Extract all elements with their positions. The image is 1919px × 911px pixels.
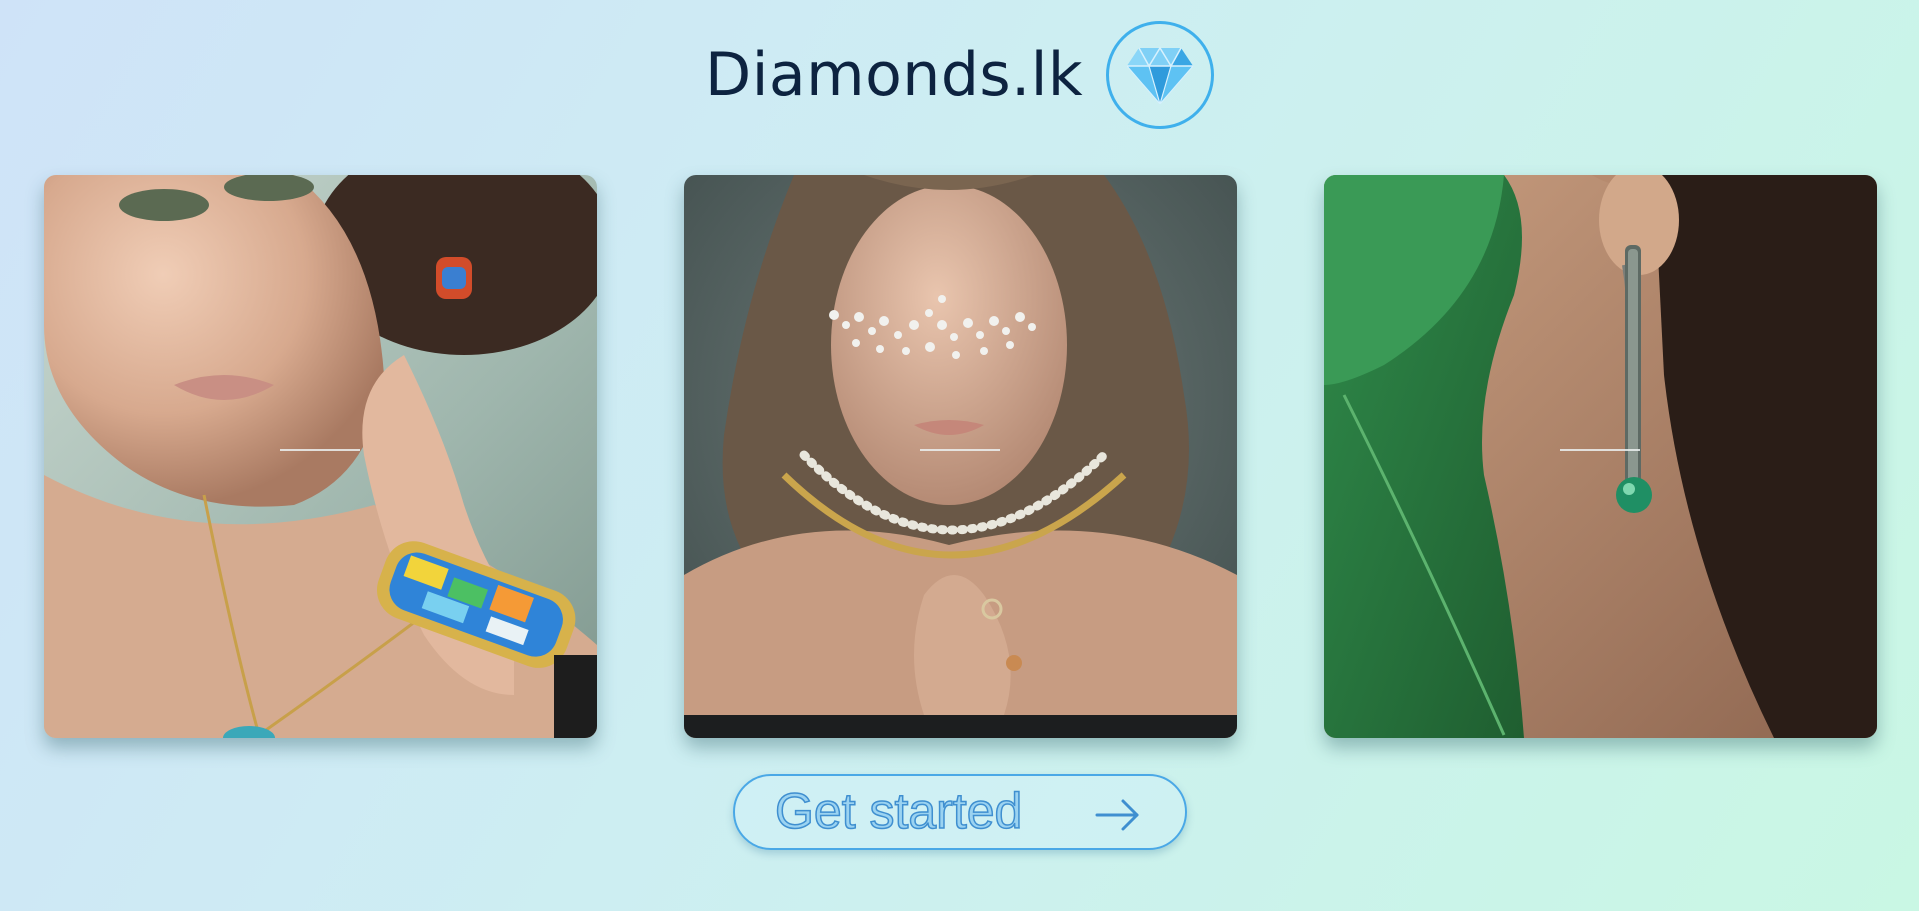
brand-name: Diamonds.lk	[705, 40, 1084, 110]
card-divider-line	[1560, 449, 1640, 451]
gallery-card-enamel-jewelry[interactable]	[44, 175, 597, 738]
gallery-card-pearl-jewelry[interactable]	[684, 175, 1237, 738]
get-started-button[interactable]: Get started	[733, 774, 1187, 850]
brand-header: Diamonds.lk	[705, 17, 1215, 133]
gallery-card-drop-earring[interactable]	[1324, 175, 1877, 738]
arrow-right-icon	[1095, 799, 1139, 831]
diamond-icon	[1127, 46, 1194, 104]
model-pearl-jewelry-image	[684, 175, 1237, 738]
card-divider-line	[920, 449, 1000, 451]
drop-earring-image	[1324, 175, 1877, 738]
card-divider-line	[280, 449, 360, 451]
get-started-label: Get started	[774, 783, 1023, 840]
logo-badge[interactable]	[1106, 21, 1215, 129]
model-enamel-jewelry-image	[44, 175, 597, 738]
